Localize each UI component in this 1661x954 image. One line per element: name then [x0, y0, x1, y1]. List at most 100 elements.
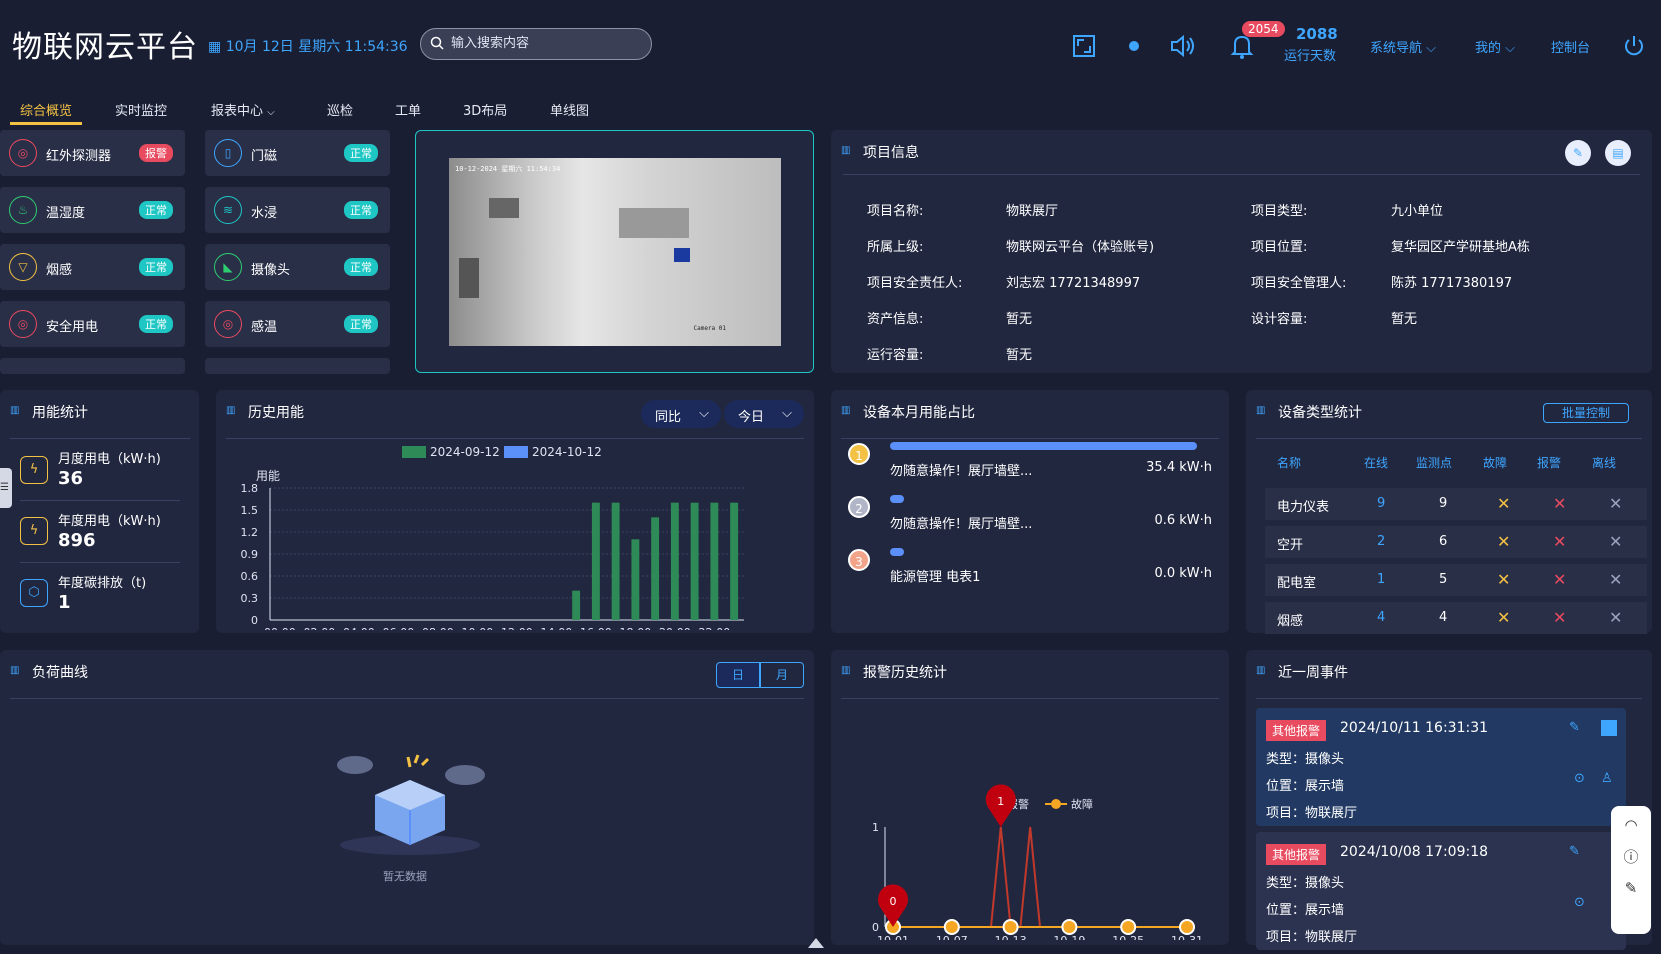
bar-icon: ▥ — [841, 145, 851, 156]
pin-label: 1 — [997, 795, 1004, 808]
field-label: 资产信息: — [867, 312, 924, 327]
event-card[interactable]: 其他报警 2024/10/08 17:09:18 类型：摄像头 位置：展示墙 项… — [1256, 832, 1626, 950]
camera-icon: ◣ — [214, 253, 242, 281]
x-tick-label: 14:00 — [541, 626, 573, 630]
fault-point — [1179, 919, 1195, 935]
bar — [710, 502, 719, 620]
camera-timestamp: 10-12-2024 星期六 11:54:34 — [455, 165, 561, 173]
sidebar-toggle-handle[interactable]: ☰ — [0, 468, 12, 508]
compare-select[interactable]: 同比 ⌵ — [641, 400, 721, 428]
device-card[interactable]: ▯ 门磁 正常 — [205, 130, 390, 176]
server-icon[interactable] — [1601, 720, 1617, 736]
camera-label: Camera 01 — [693, 325, 726, 332]
camera-panel[interactable]: 10-12-2024 星期六 11:54:34 Camera 01 — [415, 130, 814, 373]
day-button[interactable]: 日 — [716, 662, 760, 688]
tab-reports[interactable]: 报表中心 ⌵ — [211, 100, 275, 119]
device-card[interactable]: ♨ 温湿度 正常 — [0, 187, 185, 233]
usage-value: 896 — [58, 530, 96, 551]
edit-icon[interactable]: ✎ — [1565, 140, 1591, 166]
x-tick-label: 10:00 — [462, 626, 494, 630]
field-label: 项目安全管理人: — [1251, 276, 1347, 291]
month-button[interactable]: 月 — [760, 662, 804, 688]
ratio-panel: ▥ 设备本月用能占比 — [831, 390, 1229, 633]
field-value: 暂无 — [1006, 348, 1033, 363]
status-badge: 正常 — [344, 258, 378, 276]
console-link[interactable]: 控制台 — [1551, 37, 1590, 56]
fault-icon: ✕ — [1497, 570, 1511, 589]
help-icon[interactable]: ⓘ — [1611, 846, 1651, 867]
status-badge: 正常 — [344, 315, 378, 333]
panel-title: 近一周事件 — [1278, 665, 1348, 681]
tab-3d-layout[interactable]: 3D布局 — [463, 100, 507, 119]
device-card[interactable]: ≋ 水浸 正常 — [205, 187, 390, 233]
y-tick-label: 1.2 — [241, 526, 259, 539]
pen-icon[interactable]: ✎ — [1611, 879, 1651, 897]
tab-single-line[interactable]: 单线图 — [550, 100, 589, 119]
events-panel: ▥ 近一周事件 其他报警 2024/10/11 16:31:31 类型：摄像头 … — [1246, 650, 1652, 950]
power-icon[interactable] — [1620, 32, 1648, 60]
device-card[interactable]: ◣ 摄像头 正常 — [205, 244, 390, 290]
usage-label: 年度用电（kW·h) — [58, 514, 161, 529]
edit-icon[interactable]: ✎ — [1569, 844, 1580, 859]
datetime: ▦ 10月 12日 星期六 11:54:36 — [208, 39, 408, 55]
legend-label: 2024-10-12 — [532, 445, 602, 459]
water-icon: ≋ — [214, 196, 242, 224]
camera-device-shape — [489, 198, 519, 218]
scroll-up-icon[interactable] — [808, 938, 824, 948]
device-card[interactable]: ◎ 红外探测器 报警 — [0, 130, 185, 176]
document-icon[interactable]: ▤ — [1605, 140, 1631, 166]
my-menu[interactable]: 我的 ⌵ — [1475, 37, 1515, 56]
tab-realtime[interactable]: 实时监控 — [115, 100, 167, 119]
y-tick-label: 0.9 — [241, 548, 259, 561]
speaker-icon[interactable] — [1168, 32, 1196, 60]
bar-icon: ▥ — [1256, 405, 1266, 416]
offline-icon: ✕ — [1609, 532, 1623, 551]
event-location: 位置：展示墙 — [1266, 779, 1345, 794]
divider — [1256, 438, 1642, 439]
search-icon — [430, 36, 444, 50]
x-tick-label: 10-07 — [936, 934, 968, 940]
event-time: 2024/10/08 17:09:18 — [1340, 844, 1489, 860]
location-icon[interactable]: ⊙ — [1574, 895, 1585, 910]
run-days-value: 2088 — [1296, 25, 1338, 43]
x-tick-label: 18:00 — [620, 626, 652, 630]
device-card[interactable]: ▽ 烟感 正常 — [0, 244, 185, 290]
device-card[interactable]: ◎ 安全用电 正常 — [0, 301, 185, 347]
divider — [1256, 698, 1642, 699]
point-count: 4 — [1439, 610, 1448, 625]
divider — [10, 698, 804, 699]
status-badge: 正常 — [139, 315, 173, 333]
online-count: 2 — [1377, 534, 1386, 549]
y-tick-label: 0 — [872, 921, 879, 934]
pin-label: 0 — [890, 895, 897, 908]
empty-text: 暂无数据 — [383, 870, 427, 883]
y-tick-label: 1.8 — [241, 482, 259, 495]
wifi-icon[interactable]: ◠ — [1611, 816, 1651, 834]
y-tick-label: 1 — [872, 821, 879, 834]
period-select[interactable]: 今日 ⌵ — [724, 400, 804, 428]
fullscreen-icon[interactable] — [1070, 32, 1098, 60]
event-project: 项目：物联展厅 — [1266, 930, 1358, 945]
user-icon[interactable]: ♙ — [1601, 771, 1613, 786]
batch-control-button[interactable]: 批量控制 — [1543, 403, 1629, 423]
x-tick-label: 10-31 — [1171, 934, 1203, 940]
device-card[interactable]: ◎ 感温 正常 — [205, 301, 390, 347]
tab-workorder[interactable]: 工单 — [395, 100, 421, 119]
field-value: 暂无 — [1391, 312, 1418, 327]
device-name: 勿随意操作！展厅墙壁... — [890, 517, 1033, 532]
chevron-down-icon: ⌵ — [1505, 41, 1516, 56]
edit-icon[interactable]: ✎ — [1569, 720, 1580, 735]
history-panel: ▥ 历史用能 同比 ⌵ 今日 ⌵ 2024-09-12 2024-10-12 用能 0 0.… — [216, 390, 814, 633]
x-tick-label: 10-13 — [995, 934, 1027, 940]
event-card[interactable]: 其他报警 2024/10/11 16:31:31 类型：摄像头 位置：展示墙 项… — [1256, 708, 1626, 826]
system-nav-menu[interactable]: 系统导航 ⌵ — [1370, 37, 1436, 56]
tab-inspection[interactable]: 巡检 — [327, 100, 353, 119]
search-input[interactable]: 输入搜索内容 — [420, 28, 652, 60]
divider — [841, 438, 1219, 439]
online-count: 9 — [1377, 496, 1386, 511]
fault-icon: ✕ — [1497, 532, 1511, 551]
panel-title: 报警历史统计 — [863, 665, 947, 681]
location-icon[interactable]: ⊙ — [1574, 771, 1585, 786]
panel-title: 项目信息 — [863, 145, 919, 161]
tab-overview[interactable]: 综合概览 — [20, 100, 72, 119]
